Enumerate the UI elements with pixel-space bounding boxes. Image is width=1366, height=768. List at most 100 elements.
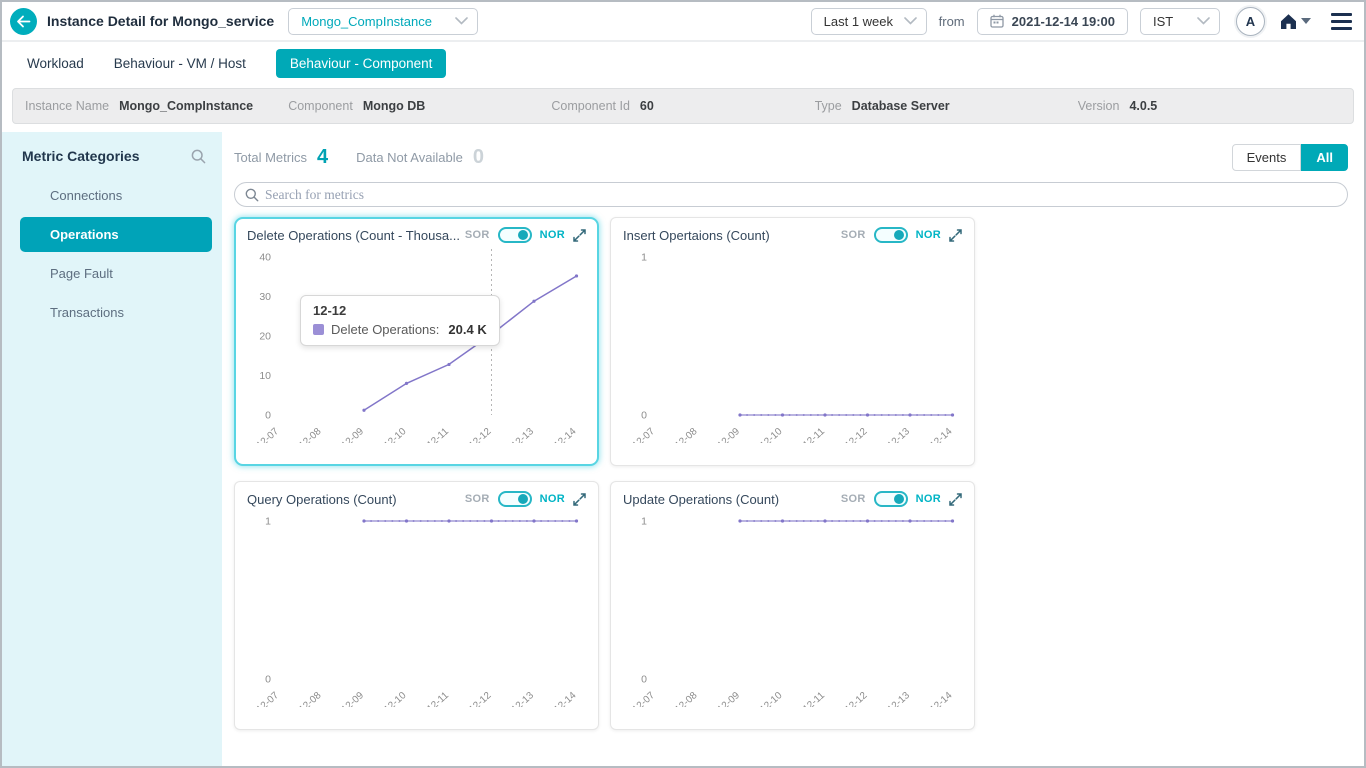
time-range-select[interactable]: Last 1 week (810, 7, 927, 35)
metrics-summary: Total Metrics 4 Data Not Available 0 (234, 146, 484, 169)
sidebar-header: Metric Categories (2, 148, 222, 164)
svg-text:12-14: 12-14 (928, 690, 955, 707)
svg-text:12-13: 12-13 (510, 690, 537, 707)
info-field: Component Id 60 (551, 99, 814, 113)
caret-down-icon (1301, 18, 1311, 24)
svg-text:12-14: 12-14 (928, 426, 955, 443)
card-header: Insert Opertaions (Count) SOR NOR (623, 227, 962, 243)
info-label: Instance Name (25, 99, 110, 113)
data-not-available-value: 0 (472, 145, 484, 168)
nor-label: NOR (915, 229, 941, 241)
top-bar: Instance Detail for Mongo_service Mongo_… (2, 2, 1364, 42)
toggle-knob (893, 230, 904, 240)
svg-text:1: 1 (641, 252, 647, 264)
sor-nor-toggle[interactable] (873, 227, 908, 243)
sidebar-item-connections[interactable]: Connections (20, 178, 212, 213)
toggle-knob (893, 494, 904, 504)
svg-text:20: 20 (259, 331, 271, 343)
avatar[interactable]: A (1236, 6, 1265, 36)
info-label: Component Id (551, 99, 630, 113)
expand-icon[interactable] (573, 492, 586, 506)
search-icon (245, 188, 259, 201)
sor-label: SOR (840, 493, 866, 505)
tab-behaviour-component[interactable]: Behaviour - Component (275, 48, 447, 78)
svg-text:12-08: 12-08 (673, 426, 700, 443)
svg-text:12-12: 12-12 (843, 426, 870, 443)
expand-icon[interactable] (573, 228, 586, 242)
info-value: 60 (639, 99, 654, 113)
metrics-search-input[interactable] (265, 186, 1337, 203)
info-field: Instance Name Mongo_CompInstance (25, 99, 288, 113)
events-button[interactable]: Events (1231, 143, 1302, 171)
datetime-value: 2021-12-14 19:00 (1011, 13, 1115, 29)
tab-workload[interactable]: Workload (27, 56, 84, 71)
sidebar-item-transactions[interactable]: Transactions (20, 295, 212, 330)
info-field: Type Database Server (815, 99, 1078, 113)
card-title: Update Operations (Count) (623, 491, 780, 507)
sidebar-item-page-fault[interactable]: Page Fault (20, 256, 212, 291)
top-bar-right: Last 1 week from 2021-12-14 19:00 IST A (810, 6, 1352, 36)
tab-behaviour-vm-host[interactable]: Behaviour - VM / Host (114, 56, 246, 71)
instance-select[interactable]: Mongo_CompInstance (288, 7, 479, 35)
info-field: Version 4.0.5 (1078, 99, 1341, 113)
svg-text:12-11: 12-11 (425, 426, 451, 443)
info-label: Component (288, 99, 353, 113)
svg-text:12-07: 12-07 (631, 690, 658, 707)
nor-label: NOR (539, 229, 565, 241)
svg-text:12-14: 12-14 (552, 690, 579, 707)
search-icon[interactable] (191, 149, 206, 164)
tooltip-row: Delete Operations: 20.4 K (313, 322, 487, 337)
svg-text:12-12: 12-12 (467, 426, 494, 443)
svg-text:12-08: 12-08 (673, 690, 700, 707)
svg-text:12-09: 12-09 (340, 426, 367, 443)
chevron-down-icon (455, 17, 468, 25)
all-button[interactable]: All (1301, 143, 1348, 171)
content: Metric Categories Connections Operations P… (2, 132, 1364, 766)
back-button[interactable] (10, 7, 37, 35)
expand-icon[interactable] (949, 492, 962, 506)
info-label: Type (814, 99, 842, 113)
home-button[interactable] (1279, 13, 1311, 30)
svg-text:12-11: 12-11 (801, 426, 827, 443)
svg-text:12-07: 12-07 (255, 426, 282, 443)
svg-text:1: 1 (641, 516, 647, 528)
sor-label: SOR (840, 229, 866, 241)
series-swatch (313, 324, 324, 335)
info-field: Component Mongo DB (288, 99, 551, 113)
sidebar: Metric Categories Connections Operations P… (2, 132, 222, 766)
svg-text:12-09: 12-09 (340, 690, 367, 707)
card-header: Delete Operations (Count - Thousa... SOR N… (247, 227, 586, 243)
calendar-icon (989, 14, 1004, 28)
chevron-down-icon (1197, 17, 1210, 25)
card-controls: SOR NOR (465, 491, 586, 507)
sor-nor-toggle[interactable] (497, 227, 532, 243)
tooltip-label: Delete Operations: (331, 322, 440, 337)
line-chart: 0 1 12-07 12-08 12-09 12-10 12-11 12-12 12-13 12-… (255, 516, 579, 716)
sor-nor-toggle[interactable] (497, 491, 532, 507)
events-all-toggle: Events All (1231, 143, 1348, 171)
from-label: from (938, 13, 965, 29)
svg-text:0: 0 (641, 674, 647, 686)
svg-text:12-10: 12-10 (758, 426, 785, 443)
metric-card: Query Operations (Count) SOR NOR 0 1 12-07 12-… (234, 481, 599, 730)
card-controls: SOR NOR (841, 491, 962, 507)
svg-text:12-07: 12-07 (631, 426, 658, 443)
datetime-picker[interactable]: 2021-12-14 19:00 (976, 7, 1128, 35)
timezone-select[interactable]: IST (1140, 7, 1220, 35)
svg-text:1: 1 (265, 516, 271, 528)
card-title: Delete Operations (Count - Thousa... (247, 227, 460, 243)
svg-text:12-12: 12-12 (843, 690, 870, 707)
chart-tooltip: 12-12 Delete Operations: 20.4 K (300, 295, 500, 346)
expand-icon[interactable] (949, 228, 962, 242)
main-panel: Total Metrics 4 Data Not Available 0 Eve… (222, 132, 1364, 766)
svg-text:12-11: 12-11 (801, 690, 827, 707)
total-metrics-value: 4 (316, 145, 329, 168)
metric-card[interactable]: Delete Operations (Count - Thousa... SOR N… (234, 217, 599, 466)
line-chart: 0 1 12-07 12-08 12-09 12-10 12-11 12-12 12-13 12-… (631, 516, 955, 716)
svg-text:0: 0 (265, 674, 271, 686)
tooltip-date: 12-12 (313, 303, 347, 318)
sidebar-item-operations[interactable]: Operations (20, 217, 212, 252)
sor-nor-toggle[interactable] (873, 491, 908, 507)
svg-text:30: 30 (259, 291, 271, 303)
menu-button[interactable] (1331, 10, 1352, 33)
